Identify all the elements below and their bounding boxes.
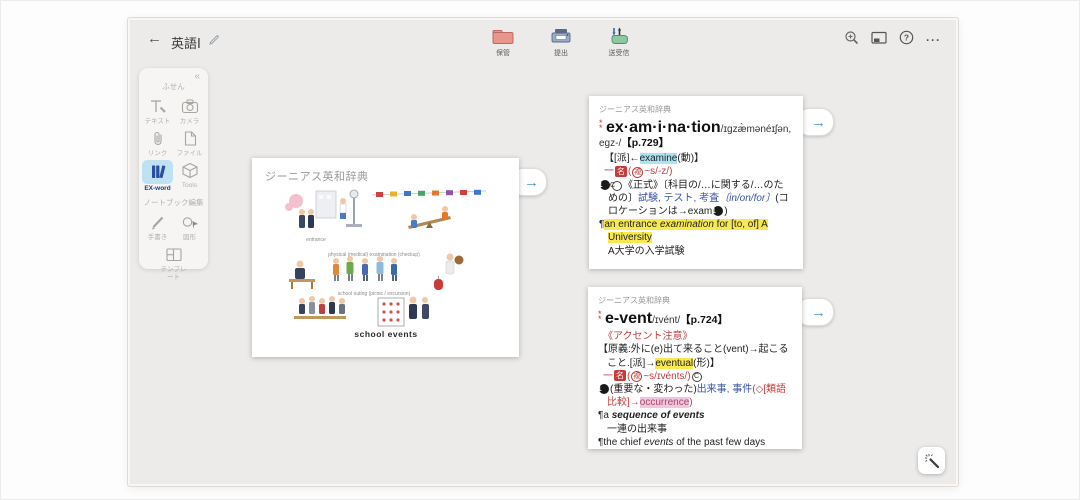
more-button[interactable]: ··· [926, 33, 941, 48]
sidebar-item-tools[interactable]: Tools [174, 160, 205, 193]
part-of-speech-line: 一名(複~s/-z/) [604, 165, 793, 178]
headword-line: **ex·am·i·na·tion/ɪgzæ̀mənéɪʃən, egz-/【p… [599, 118, 793, 150]
tile-label: EX-word [144, 185, 170, 193]
tile-label: リンク [148, 150, 168, 158]
sidebar-item-exword[interactable]: EX-word [142, 160, 173, 193]
dict-card-examination[interactable]: ジーニアス英和辞典 **ex·am·i·na·tion/ɪgzæ̀mənéɪʃə… [589, 96, 803, 269]
tile-label: テンプレート [158, 266, 189, 282]
sidebar-item-shape[interactable]: 図形 [174, 212, 205, 242]
dictionary-icon [142, 160, 173, 184]
zoom-button[interactable] [844, 30, 859, 50]
sidebar-item-handwriting[interactable]: 手書き [142, 212, 173, 242]
shape-select-icon [176, 212, 204, 233]
example-line: ¶a sequence of events [598, 409, 792, 422]
tile-label: Tools [182, 182, 197, 190]
example-gloss: A大学の入学試験 [599, 245, 793, 258]
send-receive-label: 送受信 [609, 48, 630, 58]
store-button[interactable]: 保管 [482, 27, 524, 58]
slide-title: ジーニアス英和辞典 [265, 168, 369, 184]
help-icon: ? [899, 30, 914, 45]
sidebar-item-camera[interactable]: カメラ [174, 96, 205, 126]
text-tool-icon [144, 96, 172, 117]
part-of-speech-line: 一名(複~s/ɪvénts/)C [603, 370, 792, 383]
file-icon [176, 128, 204, 149]
template-icon [160, 244, 188, 265]
magic-wand-icon [924, 453, 940, 469]
caption-school-outing: school outing (picnic / excursion) [314, 292, 434, 298]
accent-note-line: 《アクセント注意》 [603, 330, 792, 343]
arrow-right-icon: → [811, 115, 826, 130]
example-gloss: 一連の出来事 [598, 423, 792, 436]
edit-tool-grid: 手書き 図形 [139, 208, 208, 283]
app-window: ← 英語Ⅰ 保管 [128, 18, 958, 486]
screen-share-button[interactable] [871, 30, 887, 50]
screenshot-stage: ← 英語Ⅰ 保管 [0, 0, 1080, 500]
tile-label: 手書き [148, 234, 168, 242]
sense-line: 1(重要な・変わった)出来事, 事件(◇[類語比較]→occurrence) [598, 383, 792, 409]
hand-arrows-icon [609, 27, 629, 45]
example-line: ¶an entrance examination for [to, of] A … [599, 218, 793, 244]
caption-physical-exam: physical (medical) examination (checkup) [304, 253, 444, 259]
arrow-right-icon: → [811, 305, 826, 320]
example-line-2: ¶the chief events of the past few days [598, 436, 792, 449]
cube-icon [176, 160, 204, 181]
note-title: 英語Ⅰ [171, 33, 201, 52]
send-receive-button[interactable]: 送受信 [598, 27, 640, 58]
back-button[interactable]: ← [147, 30, 162, 47]
paperclip-icon [144, 128, 172, 149]
caption-entrance: entrance [286, 238, 346, 244]
tile-label: カメラ [180, 118, 200, 126]
edit-title-icon[interactable] [208, 33, 221, 46]
collapse-sidebar-button[interactable]: « [194, 71, 200, 82]
school-events-illustration: entrance physical (medical) examination … [280, 186, 492, 348]
caption-school-events: school events [280, 330, 492, 339]
monitor-icon [871, 30, 887, 45]
printer-icon [550, 27, 572, 45]
svg-text:?: ? [904, 33, 909, 43]
section-notebook-edit: ノートブック編集 [139, 194, 208, 208]
store-label: 保管 [496, 48, 510, 58]
pencil-icon [208, 33, 221, 46]
tile-label: ファイル [177, 150, 203, 158]
camera-icon [176, 96, 204, 117]
sidebar-item-file[interactable]: ファイル [174, 128, 205, 158]
magnifier-plus-icon [844, 30, 859, 45]
dict-card-event[interactable]: ジーニアス英和辞典 **e-vent/ɪvént/【p.724】 《アクセント注… [588, 287, 802, 449]
dictionary-source: ジーニアス英和辞典 [598, 295, 792, 306]
submit-button[interactable]: 提出 [540, 27, 582, 58]
origin-line: 【原義:外に(e)出て来ること(vent)→起こること.[派]→eventual… [598, 343, 792, 369]
help-button[interactable]: ? [899, 30, 914, 50]
sidebar-item-template[interactable]: テンプレート [158, 244, 189, 282]
dictionary-source: ジーニアス英和辞典 [599, 104, 793, 115]
tile-label: 図形 [183, 234, 196, 242]
headword-line: **e-vent/ɪvént/【p.724】 [598, 309, 792, 328]
derivation-line: 【[派]←examine(動)】 [604, 152, 793, 165]
main-toolbar: 保管 提出 [482, 27, 640, 58]
pen-icon [144, 212, 172, 233]
pointer-tool-button[interactable] [918, 447, 945, 474]
submit-label: 提出 [554, 48, 568, 58]
sense-line: 1C《正式》〔科目の/…に関する/…のための〕試験, テスト, 考査〔in/on… [599, 179, 793, 219]
tools-sidebar: « ふせん テキスト [139, 68, 208, 269]
tile-label: テキスト [145, 118, 171, 126]
insert-tool-grid: テキスト カメラ [139, 92, 208, 194]
slide-card-dictionary-cover[interactable]: ジーニアス英和辞典 [252, 158, 519, 357]
sidebar-item-link[interactable]: リンク [142, 128, 173, 158]
topright-toolbar: ? ··· [844, 30, 941, 50]
folder-icon [492, 27, 514, 45]
arrow-right-icon: → [524, 175, 539, 190]
sidebar-item-text[interactable]: テキスト [142, 96, 173, 126]
